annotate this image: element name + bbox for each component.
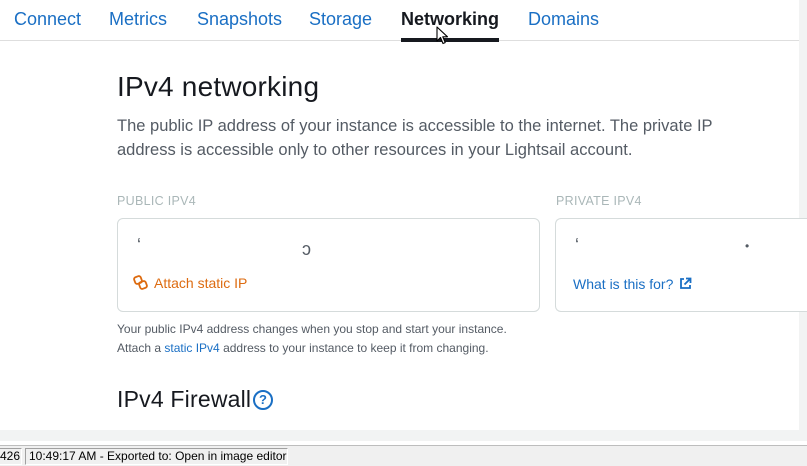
attach-static-ip-label: Attach static IP <box>154 275 248 291</box>
public-ipv4-help: Your public IPv4 address changes when yo… <box>117 320 507 358</box>
help-line-2: Attach a static IPv4 address to your ins… <box>117 339 507 358</box>
tab-metrics[interactable]: Metrics <box>109 9 167 30</box>
public-ip-redacted: ‘ <box>137 235 141 255</box>
ipv4-networking-title: IPv4 networking <box>117 71 320 102</box>
what-is-this-for-label: What is this for? <box>573 276 674 292</box>
instance-page: Connect Metrics Snapshots Storage Networ… <box>0 0 807 430</box>
tab-storage[interactable]: Storage <box>309 9 372 30</box>
attach-static-ip-link[interactable]: Attach static IP <box>133 275 247 291</box>
ipv4-firewall-title: IPv4 Firewall <box>117 386 252 412</box>
ipv4-description: The public IP address of your instance i… <box>117 117 713 159</box>
static-ipv4-link[interactable]: static IPv4 <box>164 341 219 355</box>
private-ip-redacted-end: • <box>745 239 750 253</box>
tab-networking[interactable]: Networking <box>401 9 500 42</box>
public-ipv4-label: PUBLIC IPV4 <box>117 194 197 208</box>
status-message: 10:49:17 AM - Exported to: Open in image… <box>25 448 288 465</box>
tab-bar: Connect Metrics Snapshots Storage Networ… <box>0 0 799 42</box>
status-bar: 426 10:49:17 AM - Exported to: Open in i… <box>0 445 807 466</box>
mouse-cursor-icon <box>436 26 449 45</box>
tab-connect[interactable]: Connect <box>14 9 81 30</box>
help-line-1: Your public IPv4 address changes when yo… <box>117 322 507 336</box>
what-is-this-for-link[interactable]: What is this for? <box>573 276 692 292</box>
external-link-icon <box>680 277 692 289</box>
chain-link-icon <box>133 275 148 290</box>
help-circle-icon[interactable]: ? <box>253 390 273 410</box>
public-ip-redacted-end: ɔ <box>302 239 311 259</box>
tab-snapshots[interactable]: Snapshots <box>197 9 282 30</box>
status-cell-left: 426 <box>0 448 22 465</box>
tab-domains[interactable]: Domains <box>528 9 599 30</box>
private-ip-redacted: ‘ <box>575 235 579 255</box>
help-line-2-before: Attach a <box>117 341 165 355</box>
help-line-2-after: address to your instance to keep it from… <box>219 341 489 355</box>
private-ipv4-label: PRIVATE IPV4 <box>556 194 642 208</box>
private-ipv4-card <box>555 218 807 312</box>
public-ipv4-card <box>117 218 540 312</box>
